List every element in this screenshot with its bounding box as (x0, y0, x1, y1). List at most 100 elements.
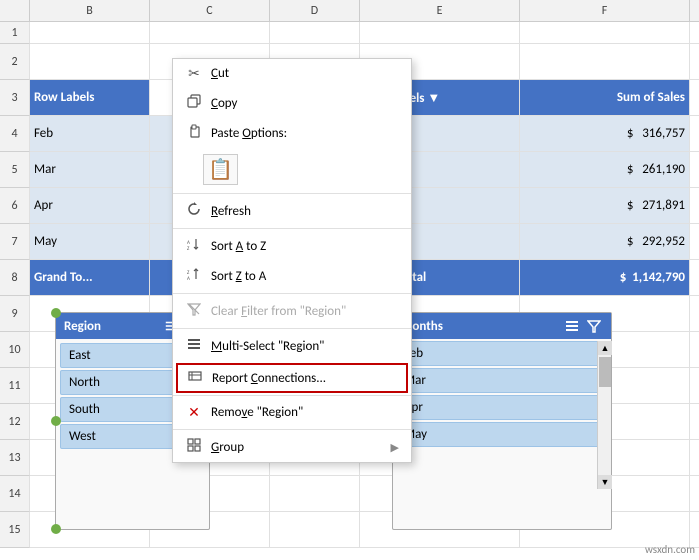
col-header-d: D (270, 0, 360, 21)
row-header-11: 11 (0, 368, 30, 404)
row-header-8: 8 (0, 260, 30, 296)
group-icon (185, 438, 203, 456)
cell-b7: May (30, 224, 150, 259)
cell-d15 (270, 512, 360, 547)
cell-e1 (360, 22, 520, 44)
menu-item-refresh[interactable]: Refresh (173, 196, 411, 226)
row-header-1: 1 (0, 22, 30, 44)
watermark: wsxdn.com (645, 543, 695, 556)
slicer-months-item-mar[interactable]: Mar (395, 368, 609, 393)
row-header-2: 2 (0, 44, 30, 80)
slicer-months: Months Feb Mar (392, 312, 612, 530)
menu-paste-label: Paste Options: (211, 126, 399, 141)
group-submenu-arrow: ▶ (391, 441, 399, 454)
menu-sort-az-label: Sort A to Z (211, 239, 399, 254)
menu-item-remove[interactable]: ✕ Remove "Region" (173, 398, 411, 427)
menu-report-connections-label: Report Connections... (212, 371, 398, 386)
menu-clear-filter-label: Clear Filter from "Region" (211, 304, 399, 319)
sort-az-icon: A Z (185, 237, 203, 255)
separator-1 (173, 193, 411, 194)
sort-za-icon: Z A (185, 267, 203, 285)
separator-2 (173, 228, 411, 229)
menu-sort-za-label: Sort Z to A (211, 269, 399, 284)
col-header-e: E (360, 0, 520, 21)
grid-row-1: 1 (0, 22, 699, 44)
row-header-14: 14 (0, 476, 30, 512)
row-header-4: 4 (0, 116, 30, 152)
cell-f3: Sum of Sales (520, 80, 690, 115)
context-menu: ✂ Cut Copy Paste Options: (172, 58, 412, 463)
menu-multi-select-label: Multi-Select "Region" (211, 339, 399, 354)
cell-f2 (520, 44, 690, 79)
cell-b3: Row Labels (30, 80, 150, 115)
cell-d14 (270, 476, 360, 511)
menu-item-report-connections[interactable]: Report Connections... (176, 363, 408, 393)
months-scrollbar[interactable]: ▲ ▼ (597, 341, 611, 489)
slicer-handle-tl[interactable] (51, 308, 61, 318)
cell-f4: $ 316,757 (520, 116, 690, 151)
slicer-months-item-may[interactable]: May (395, 422, 609, 447)
report-connections-icon (186, 369, 204, 387)
menu-refresh-label: Refresh (211, 204, 399, 219)
row-header-9: 9 (0, 296, 30, 332)
cell-b6: Apr (30, 188, 150, 223)
menu-item-cut[interactable]: ✂ Cut (173, 59, 411, 88)
cell-d1 (270, 22, 360, 44)
row-header-5: 5 (0, 152, 30, 188)
slicer-months-filter-icon[interactable] (585, 317, 603, 335)
cell-f7: $ 292,952 (520, 224, 690, 259)
row-header-10: 10 (0, 332, 30, 368)
svg-text:Z: Z (187, 246, 190, 251)
menu-cut-label: Cut (211, 66, 399, 81)
slicer-handle-bl[interactable] (51, 524, 61, 534)
menu-item-multi-select[interactable]: Multi-Select "Region" (173, 331, 411, 361)
spreadsheet: B C D E F 1 2 3 Row Labels (0, 0, 699, 560)
paste-clipboard-icon[interactable]: 📋 (203, 154, 238, 185)
separator-5 (173, 395, 411, 396)
cell-f1 (520, 22, 690, 44)
cell-f8: $ 1,142,790 (520, 260, 690, 295)
menu-item-sort-az[interactable]: A Z Sort A to Z (173, 231, 411, 261)
col-header-b: B (30, 0, 150, 21)
menu-item-clear-filter[interactable]: Clear Filter from "Region" (173, 296, 411, 326)
cut-icon: ✂ (185, 65, 203, 82)
cell-f6: $ 271,891 (520, 188, 690, 223)
menu-item-copy[interactable]: Copy (173, 88, 411, 118)
menu-item-sort-za[interactable]: Z A Sort Z to A (173, 261, 411, 291)
months-scrollbar-down[interactable]: ▼ (598, 475, 612, 489)
cell-b5: Mar (30, 152, 150, 187)
cell-b2 (30, 44, 150, 79)
cell-f5: $ 261,190 (520, 152, 690, 187)
remove-icon: ✕ (185, 404, 203, 421)
slicer-months-icons (563, 317, 603, 335)
copy-icon (185, 94, 203, 112)
multi-select-icon (185, 337, 203, 355)
svg-text:A: A (187, 276, 190, 281)
row-header-7: 7 (0, 224, 30, 260)
slicer-months-title-bar: Months (393, 313, 611, 339)
months-scrollbar-thumb[interactable] (599, 357, 611, 387)
menu-item-paste-options[interactable]: Paste Options: (173, 118, 411, 148)
menu-remove-label: Remove "Region" (211, 405, 399, 420)
slicer-months-item-feb[interactable]: Feb (395, 341, 609, 366)
separator-6 (173, 429, 411, 430)
corner-header (0, 0, 30, 22)
col-header-c: C (150, 0, 270, 21)
clear-filter-icon (185, 302, 203, 320)
slicer-handle-ml[interactable] (51, 416, 61, 426)
cell-b1 (30, 22, 150, 44)
menu-copy-label: Copy (211, 96, 399, 111)
separator-4 (173, 328, 411, 329)
paste-icon (185, 124, 203, 142)
cell-b4: Feb (30, 116, 150, 151)
months-scrollbar-up[interactable]: ▲ (598, 341, 612, 355)
menu-item-group[interactable]: Group ▶ (173, 432, 411, 462)
column-headers: B C D E F (0, 0, 699, 22)
cell-b8: Grand To... (30, 260, 150, 295)
slicer-months-item-apr[interactable]: Apr (395, 395, 609, 420)
row-header-3: 3 (0, 80, 30, 116)
cell-c1 (150, 22, 270, 44)
slicer-months-multiselect-icon[interactable] (563, 317, 581, 335)
row-header-15: 15 (0, 512, 30, 548)
row-header-13: 13 (0, 440, 30, 476)
